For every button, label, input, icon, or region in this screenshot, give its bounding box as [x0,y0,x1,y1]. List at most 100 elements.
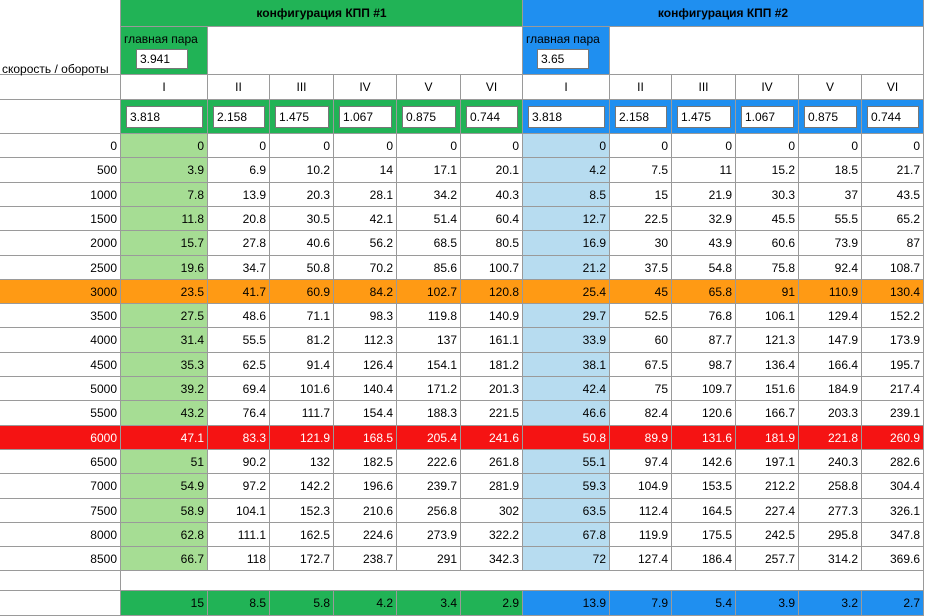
speed-cell: 168.5 [334,426,397,450]
config1-ratio-input-gear-2[interactable]: 2.158 [213,106,265,128]
speed-cell: 154.4 [334,401,397,426]
speed-cell: 136.4 [736,353,799,377]
speed-cell: 76.8 [672,304,736,328]
speed-cell: 27.8 [208,231,270,256]
speed-cell: 91.4 [270,353,334,377]
spacer-row [121,571,924,591]
speed-cell: 126.4 [334,353,397,377]
blank-cell [0,571,121,591]
speed-cell: 30.3 [736,183,799,207]
speed-cell: 40.6 [270,231,334,256]
speed-cell: 112.4 [610,499,672,523]
speed-cell: 15.7 [121,231,208,256]
speed-cell: 21.9 [672,183,736,207]
speed-cell: 43.2 [121,401,208,426]
config2-ratio-input-gear-1[interactable]: 3.818 [528,106,605,128]
rpm-cell: 3000 [0,280,121,304]
speed-cell: 0 [397,134,461,158]
speed-cell: 153.5 [672,474,736,499]
speed-cell: 47.1 [121,426,208,450]
speed-cell: 51 [121,450,208,474]
speed-cell: 239.7 [397,474,461,499]
speed-cell: 37 [799,183,862,207]
speed-cell: 238.7 [334,547,397,571]
speed-cell: 369.6 [862,547,924,571]
speed-cell: 112.3 [334,328,397,353]
speed-cell: 42.4 [523,377,610,401]
speed-cell: 75 [610,377,672,401]
speed-cell: 56.2 [334,231,397,256]
speed-cell: 82.4 [610,401,672,426]
config1-gear-label: I [121,75,208,100]
speed-cell: 111.7 [270,401,334,426]
speed-cell: 104.1 [208,499,270,523]
speed-cell: 39.2 [121,377,208,401]
config2-ratio-input-gear-2[interactable]: 2.158 [615,106,667,128]
speed-cell: 257.7 [736,547,799,571]
config1-main-pair-label: главная пара [124,32,198,46]
speed-cell: 85.6 [397,256,461,280]
speed-cell: 195.7 [862,353,924,377]
speed-cell: 326.1 [862,499,924,523]
speed-cell: 52.5 [610,304,672,328]
config2-main-pair-input[interactable]: 3.65 [537,49,589,69]
speed-cell: 38.1 [523,353,610,377]
speed-cell: 13.9 [208,183,270,207]
speed-cell: 51.4 [397,207,461,231]
config2-main-pair-label: главная пара [526,32,600,46]
speed-cell: 34.2 [397,183,461,207]
speed-cell: 81.2 [270,328,334,353]
rpm-cell: 0 [0,134,121,158]
rpm-cell: 6500 [0,450,121,474]
config1-main-pair-input[interactable]: 3.941 [136,49,188,69]
speed-cell: 162.5 [270,523,334,547]
speed-cell: 67.8 [523,523,610,547]
speed-cell: 90.2 [208,450,270,474]
speed-cell: 173.9 [862,328,924,353]
speed-cell: 196.6 [334,474,397,499]
speed-cell: 295.8 [799,523,862,547]
config2-ratio-input-gear-5[interactable]: 0.875 [804,106,857,128]
speed-cell: 22.5 [610,207,672,231]
rpm-cell: 2000 [0,231,121,256]
speed-cell: 109.7 [672,377,736,401]
speed-cell: 277.3 [799,499,862,523]
speed-cell: 241.6 [461,426,523,450]
speed-cell: 32.9 [672,207,736,231]
speed-cell: 72 [523,547,610,571]
speed-cell: 104.9 [610,474,672,499]
speed-cell: 342.3 [461,547,523,571]
speed-cell: 261.8 [461,450,523,474]
config1-ratio-input-gear-6[interactable]: 0.744 [466,106,518,128]
config2-ratio-input-gear-4[interactable]: 1.067 [741,106,794,128]
config1-bottom-value: 8.5 [208,591,270,616]
speed-cell: 3.9 [121,158,208,183]
speed-cell: 29.7 [523,304,610,328]
speed-cell: 142.2 [270,474,334,499]
rpm-cell: 4000 [0,328,121,353]
speed-cell: 45 [610,280,672,304]
speed-cell: 7.8 [121,183,208,207]
speed-cell: 8.5 [523,183,610,207]
config2-ratio-input-gear-3[interactable]: 1.475 [677,106,731,128]
config1-ratio-input-gear-5[interactable]: 0.875 [402,106,456,128]
speed-cell: 62.5 [208,353,270,377]
config2-ratio-input-gear-6[interactable]: 0.744 [867,106,919,128]
speed-cell: 120.6 [672,401,736,426]
speed-cell: 12.7 [523,207,610,231]
speed-cell: 66.7 [121,547,208,571]
config1-gear-label: II [208,75,270,100]
config1-ratio-input-gear-1[interactable]: 3.818 [126,106,203,128]
speed-cell: 203.3 [799,401,862,426]
config2-title: конфигурация КПП #2 [523,0,924,27]
config2-bottom-value: 3.2 [799,591,862,616]
config1-gear-label: III [270,75,334,100]
config1-ratio-input-gear-4[interactable]: 1.067 [339,106,392,128]
speed-cell: 63.5 [523,499,610,523]
gearbox-spreadsheet: скорость / обороты конфигурация КПП #1 кон… [0,0,928,616]
config1-ratio-input-gear-3[interactable]: 1.475 [275,106,329,128]
rpm-cell: 6000 [0,426,121,450]
speed-cell: 21.7 [862,158,924,183]
speed-cell: 137 [397,328,461,353]
blank-cell [208,27,523,75]
